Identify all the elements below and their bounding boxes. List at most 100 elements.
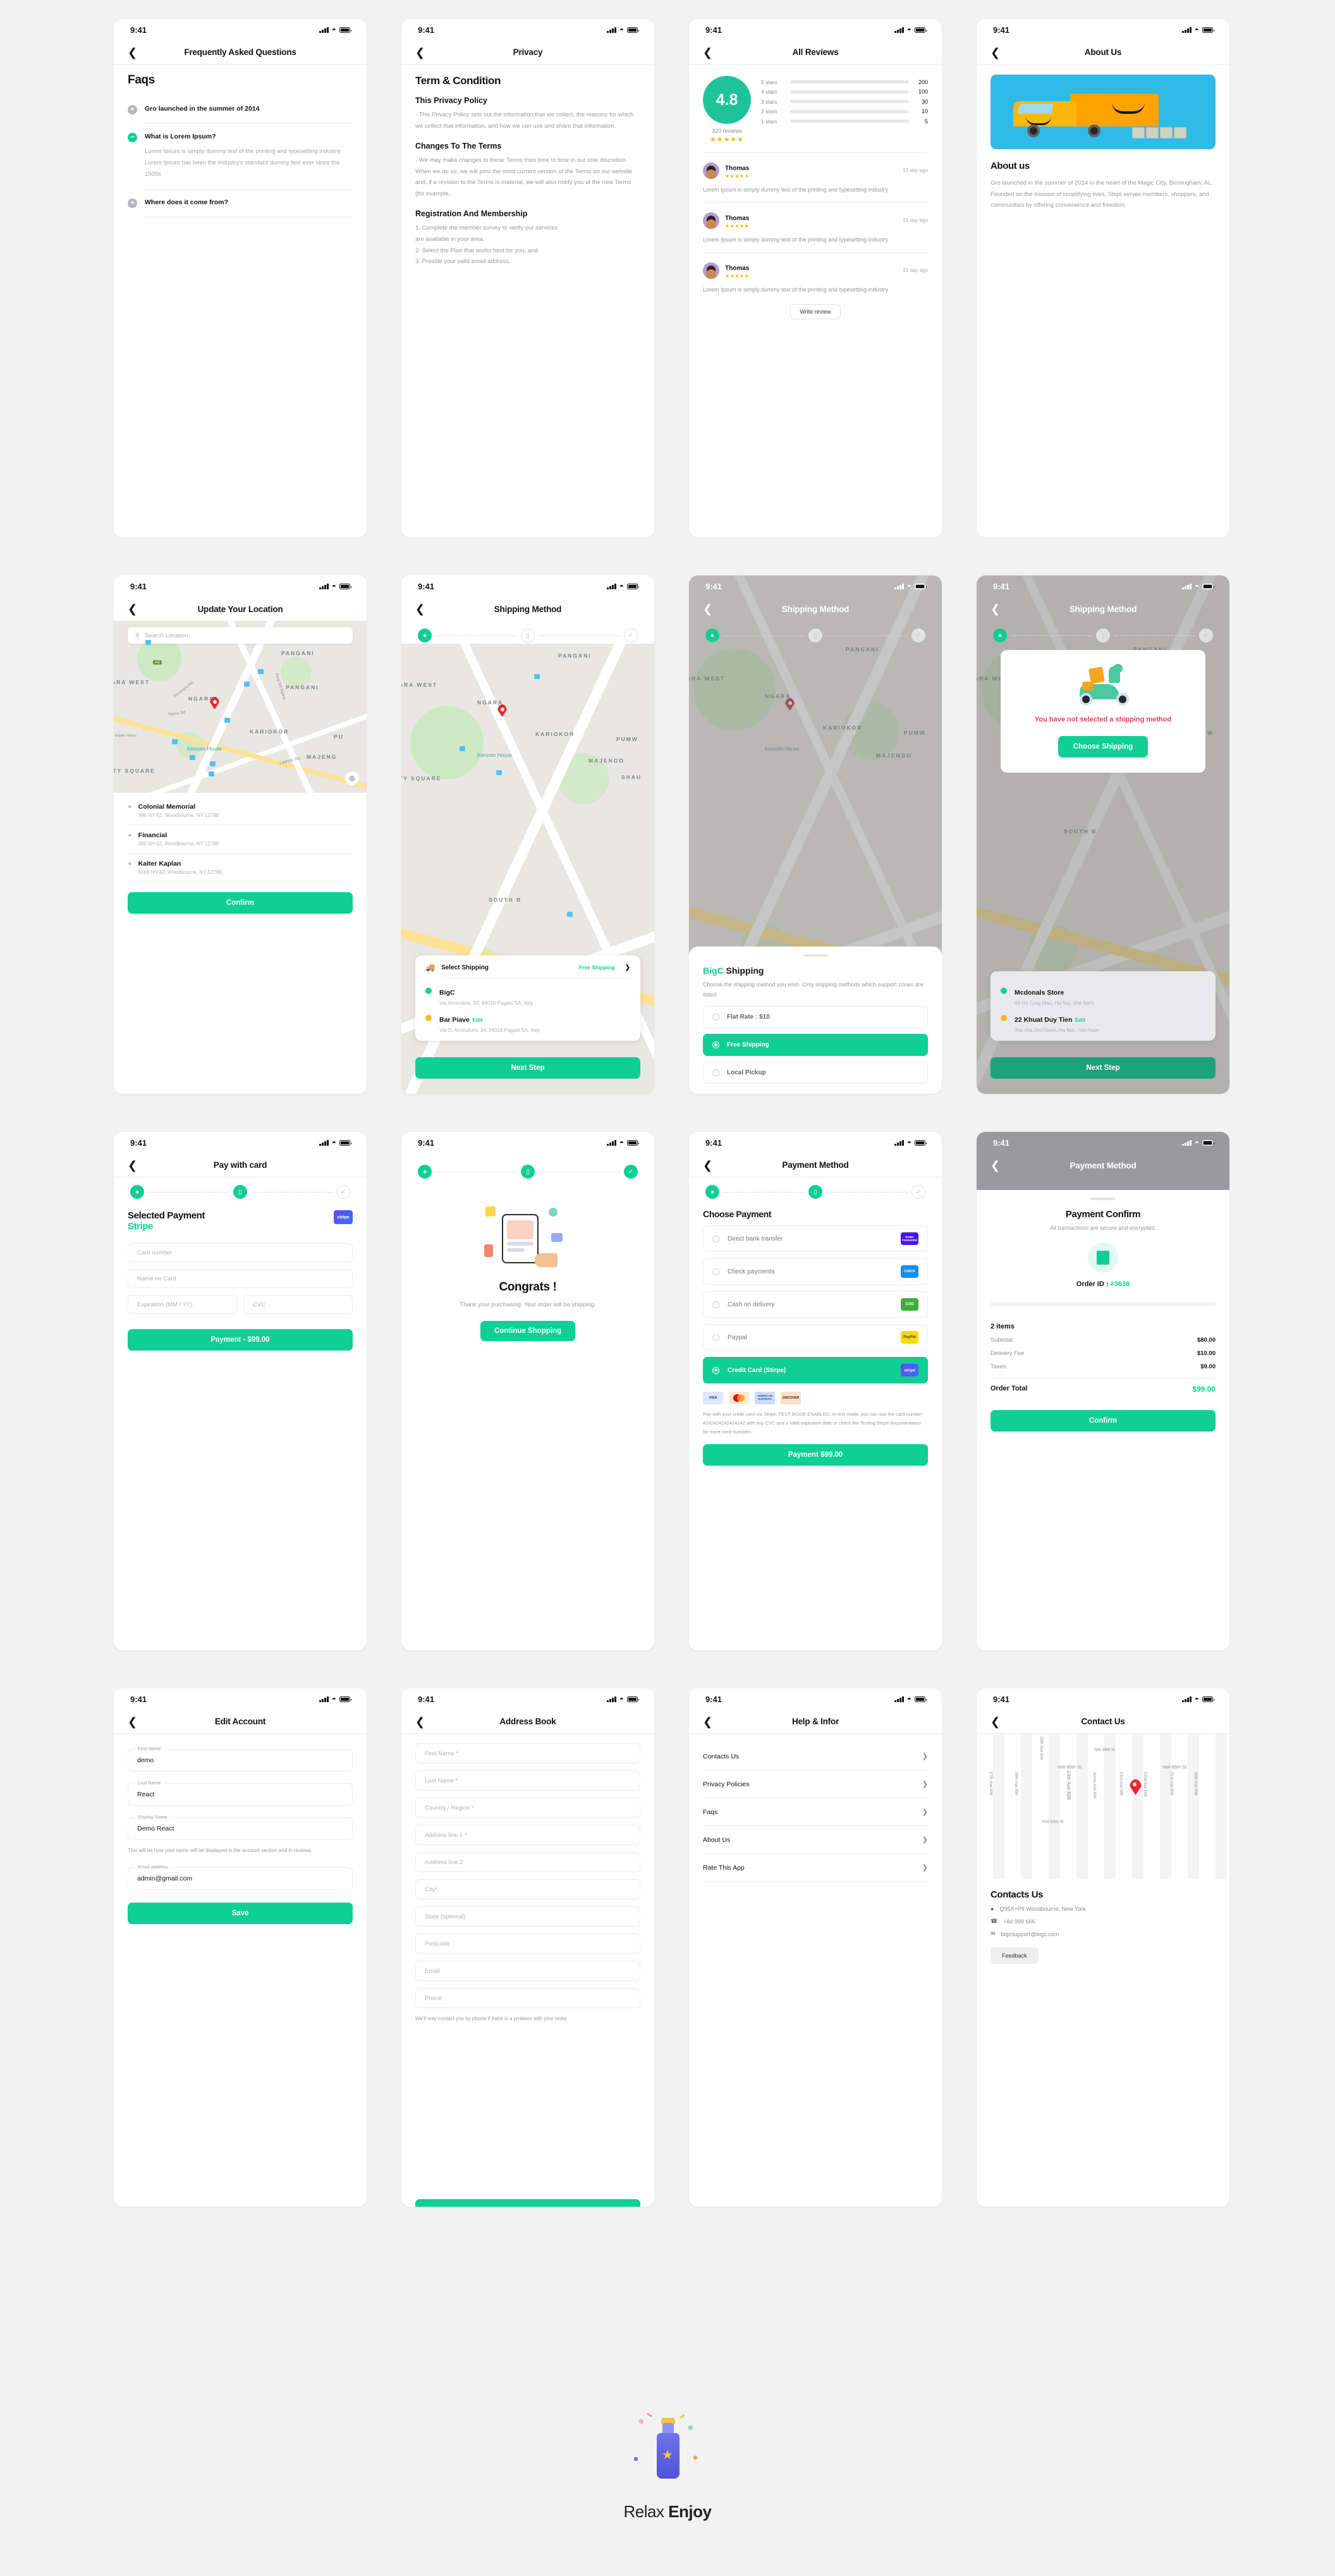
search-input[interactable]: ⚲ Search Location: [128, 627, 353, 644]
back-icon[interactable]: ❮: [128, 603, 137, 615]
expiration-input[interactable]: Expiration (MM / YY): [128, 1295, 237, 1314]
step-location-icon[interactable]: ●: [993, 629, 1007, 642]
help-item-privacy[interactable]: Privacy Policies ❯: [703, 1770, 928, 1798]
payment-option[interactable]: Check payments CHECK: [703, 1258, 928, 1285]
first-name-field[interactable]: First Name demo: [128, 1746, 353, 1772]
shipping-option[interactable]: Flat Rate : $10: [703, 1006, 928, 1028]
back-icon[interactable]: ❮: [415, 47, 425, 58]
back-icon[interactable]: ❮: [415, 1716, 425, 1727]
next-step-button[interactable]: Next Step: [415, 1057, 640, 1079]
name-on-card-input[interactable]: Name on Card: [128, 1269, 353, 1288]
email-input[interactable]: Email: [415, 1961, 640, 1981]
shipping-option[interactable]: Free Shipping: [703, 1034, 928, 1056]
step-payment-icon[interactable]: ▯: [521, 1165, 535, 1179]
step-location-icon[interactable]: ●: [705, 629, 719, 642]
phone-input[interactable]: Phone: [415, 1988, 640, 2008]
payment-button[interactable]: Payment $99.00: [703, 1444, 928, 1466]
help-item-rate[interactable]: Rate This App ❯: [703, 1854, 928, 1881]
back-icon[interactable]: ❮: [128, 47, 137, 58]
select-shipping-row[interactable]: 🚚 Select Shipping Free Shipping ❯: [425, 963, 630, 972]
place-item[interactable]: ● Kalter Kaplan 6166 NY-42, Woodbourne, …: [128, 854, 353, 881]
address-item[interactable]: BigC Via Amendola, 93, 84016 Pagani SA, …: [425, 986, 630, 1006]
step-confirm-icon[interactable]: ✓: [911, 1185, 925, 1199]
payment-option[interactable]: Cash on delivery COD: [703, 1291, 928, 1318]
faq-item[interactable]: + Gro launched in the summer of 2014: [128, 96, 353, 114]
back-icon[interactable]: ❮: [991, 47, 1000, 58]
signal-icon: [1182, 27, 1192, 33]
place-item[interactable]: ● Financial 390 NY-52, Woodbourne, NY 12…: [128, 825, 353, 853]
back-icon[interactable]: ❮: [991, 1716, 1000, 1727]
place-item[interactable]: ● Colonial Memorial 396 NY-52, Woodbourn…: [128, 797, 353, 825]
feedback-button[interactable]: Feedback: [991, 1947, 1039, 1964]
battery-icon: [915, 1139, 927, 1146]
back-icon[interactable]: ❮: [991, 1160, 1000, 1171]
back-icon[interactable]: ❮: [128, 1716, 137, 1727]
step-payment-icon[interactable]: ▯: [521, 629, 535, 642]
address-item[interactable]: Bar Piave Edit Via D. Ammaturo, 34, 8401…: [425, 1014, 630, 1033]
card-number-input[interactable]: Card number: [128, 1243, 353, 1262]
confirm-button[interactable]: Confirm: [991, 1409, 1216, 1432]
payment-button[interactable]: Payment - $99.00: [128, 1329, 353, 1351]
step-location-icon[interactable]: ●: [705, 1185, 719, 1199]
step-location-icon[interactable]: ●: [418, 1165, 432, 1179]
help-item-about[interactable]: About Us ❯: [703, 1826, 928, 1853]
faq-item[interactable]: − What is Lorem Ipsum? Lorem Ipsum is si…: [128, 124, 353, 180]
email-field[interactable]: Email address admin@gmail.com: [128, 1863, 353, 1890]
write-review-button[interactable]: Write review: [790, 304, 841, 319]
help-item-contacts[interactable]: Contacts Us ❯: [703, 1743, 928, 1770]
contact-phone-row[interactable]: ☎ +84 999 666: [991, 1918, 1216, 1925]
edit-link[interactable]: Edit: [1075, 1017, 1085, 1023]
address-line-1-input[interactable]: Address line 1 *: [415, 1825, 640, 1845]
step-confirm-icon[interactable]: ✓: [624, 1165, 638, 1179]
cvc-input[interactable]: CVC: [243, 1295, 353, 1314]
save-button[interactable]: Save: [128, 1902, 353, 1924]
step-confirm-icon[interactable]: ✓: [336, 1185, 350, 1199]
address-item[interactable]: 22 Khuat Duy Tien Edit Toa nha ZenTower,…: [1001, 1014, 1205, 1033]
save-button-partial[interactable]: [415, 2199, 640, 2207]
map-view[interactable]: ⚲ Search Location PANGANI PANGANI ARA WE…: [114, 621, 367, 793]
step-payment-icon[interactable]: ▯: [808, 629, 822, 642]
payment-option[interactable]: Paypal PayPal: [703, 1324, 928, 1351]
last-name-input[interactable]: Last Name *: [415, 1770, 640, 1791]
back-icon[interactable]: ❮: [128, 1160, 137, 1171]
step-confirm-icon[interactable]: ✓: [624, 629, 638, 642]
step-location-icon[interactable]: ●: [130, 1185, 144, 1199]
shipping-option[interactable]: Local Pickup: [703, 1062, 928, 1084]
edit-link[interactable]: Edit: [472, 1017, 482, 1023]
payment-option[interactable]: Direct bank transfer BANK TRANSFER: [703, 1225, 928, 1252]
confirm-button[interactable]: Confirm: [128, 892, 353, 914]
continue-shopping-button[interactable]: Continue Shopping: [480, 1320, 576, 1341]
back-icon[interactable]: ❮: [703, 603, 712, 615]
step-confirm-icon[interactable]: ✓: [1199, 629, 1213, 642]
next-step-button[interactable]: Next Step: [991, 1057, 1216, 1079]
help-item-faqs[interactable]: Faqs ❯: [703, 1798, 928, 1825]
city-input[interactable]: City*: [415, 1879, 640, 1899]
step-location-icon[interactable]: ●: [418, 629, 432, 642]
review-count: 320 reviews: [711, 128, 743, 134]
display-name-field[interactable]: Display Name Demo React: [128, 1814, 353, 1840]
back-icon[interactable]: ❮: [703, 47, 712, 58]
sheet-grabber[interactable]: [803, 954, 828, 957]
back-icon[interactable]: ❮: [703, 1160, 712, 1171]
first-name-input[interactable]: First Name *: [415, 1743, 640, 1763]
map-view[interactable]: NW 86th St NW 85th St NW 85th St NW 83rd…: [977, 1734, 1229, 1879]
address-line-2-input[interactable]: Address line 2: [415, 1852, 640, 1872]
step-payment-icon[interactable]: ▯: [808, 1185, 822, 1199]
my-location-button[interactable]: ◎: [345, 771, 359, 785]
back-icon[interactable]: ❮: [991, 603, 1000, 615]
contact-email-row[interactable]: ✉ bigcsupport@bigc.com: [991, 1930, 1216, 1937]
last-name-field[interactable]: Last Name React: [128, 1780, 353, 1806]
state-input[interactable]: State (optional): [415, 1906, 640, 1927]
payment-option[interactable]: Credit Card (Stirpe) stripe: [703, 1357, 928, 1383]
country-region-input[interactable]: Country / Region *: [415, 1798, 640, 1818]
postcode-input[interactable]: Postcode: [415, 1934, 640, 1954]
choose-shipping-button[interactable]: Choose Shipping: [1058, 735, 1149, 757]
step-payment-icon[interactable]: ▯: [1096, 629, 1110, 642]
address-item[interactable]: Mcdonals Store 66 Ho Tung Mau, Ha Noi, V…: [1001, 986, 1205, 1006]
faq-item[interactable]: + Where does it come from?: [128, 190, 353, 209]
sheet-grabber[interactable]: [1090, 1198, 1116, 1200]
step-payment-icon[interactable]: ▯: [233, 1185, 247, 1199]
back-icon[interactable]: ❮: [415, 603, 425, 615]
back-icon[interactable]: ❮: [703, 1716, 712, 1727]
step-confirm-icon[interactable]: ✓: [911, 629, 925, 642]
